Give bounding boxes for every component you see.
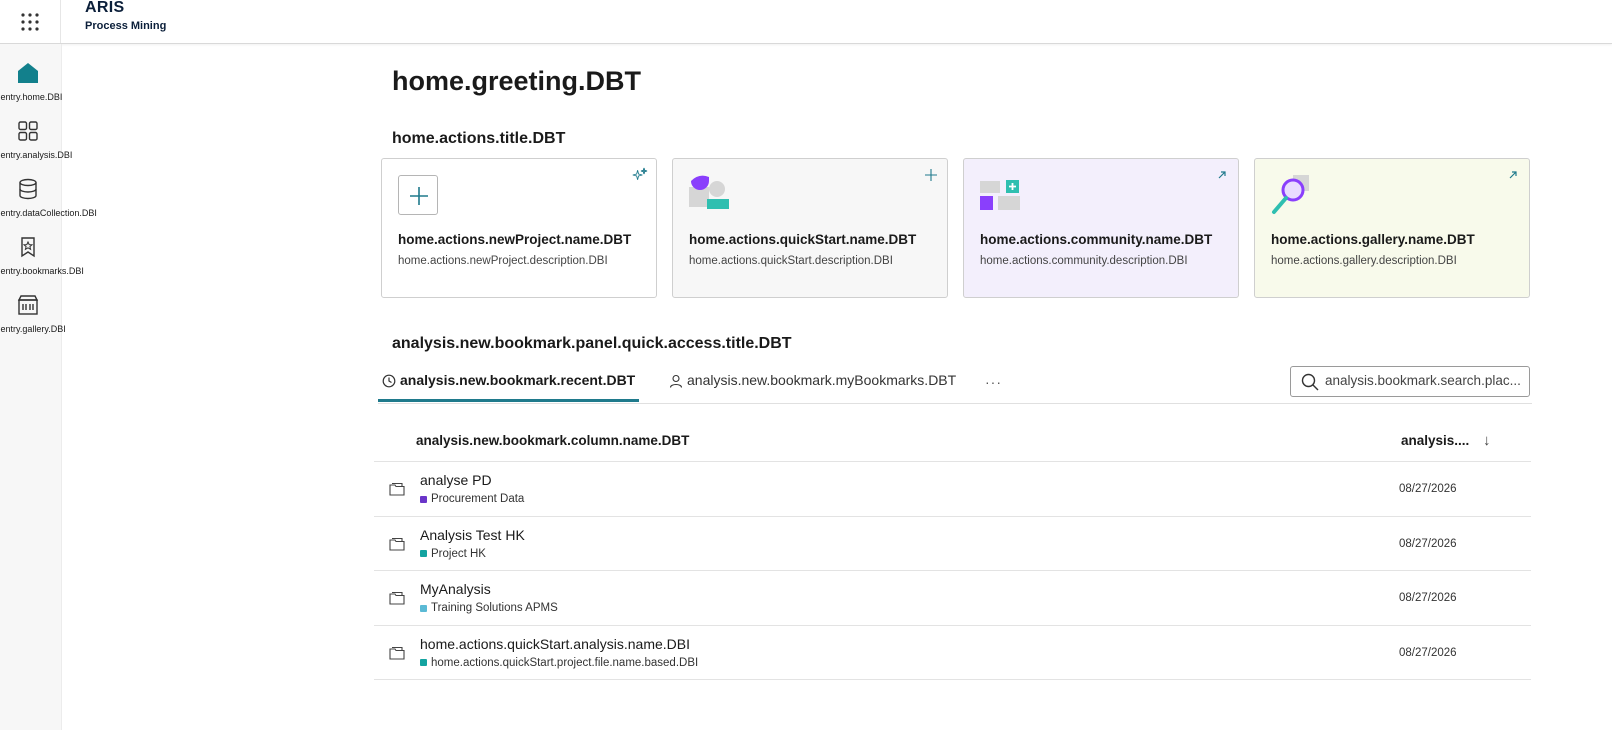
plus-icon: [410, 187, 428, 205]
magnifier-illustration: [1272, 175, 1309, 214]
row-name: Analysis Test HK: [420, 526, 525, 543]
top-bar: ARIS Process Mining: [0, 0, 1612, 44]
tab-label: analysis.new.bookmark.recent.DBT: [400, 372, 636, 388]
row-project-name: Project HK: [431, 547, 486, 560]
bookmark-star-icon: [21, 237, 35, 258]
table-row[interactable]: home.actions.quickStart.analysis.name.DB…: [374, 626, 1531, 680]
card-description: home.actions.newProject.description.DBI: [398, 255, 608, 267]
tab-recent[interactable]: analysis.new.bookmark.recent.DBT: [378, 372, 640, 402]
project-color-dot: [420, 495, 427, 503]
row-project-name: home.actions.quickStart.project.file.nam…: [431, 656, 699, 669]
search-input[interactable]: [1325, 373, 1521, 388]
brand-logo[interactable]: ARIS Process Mining: [85, 0, 166, 32]
sidebar-item-label: navigation.entry.gallery.DBI: [0, 324, 66, 334]
card-description: home.actions.quickStart.description.DBI: [689, 255, 893, 267]
bookmarks-section-title: analysis.new.bookmark.panel.quick.access…: [392, 335, 792, 352]
new-project-plus-box: [398, 175, 438, 215]
sidebar-item-gallery[interactable]: navigation.entry.gallery.DBI: [0, 288, 66, 344]
analysis-folder-icon: [389, 591, 405, 605]
gallery-card[interactable]: home.actions.gallery.name.DBT home.actio…: [1254, 158, 1530, 298]
row-project-name: Training Solutions APMS: [431, 602, 558, 614]
grid-icon: [18, 121, 38, 141]
row-date: 08/27/2026: [1399, 646, 1457, 659]
card-title: home.actions.gallery.name.DBT: [1271, 232, 1475, 247]
column-header-name[interactable]: analysis.new.bookmark.column.name.DBT: [416, 433, 689, 448]
card-title: home.actions.community.name.DBT: [980, 232, 1213, 247]
brand-name: ARIS: [85, 0, 125, 16]
plus-icon: [925, 169, 937, 181]
table-row[interactable]: MyAnalysis Training Solutions APMS 08/27…: [374, 571, 1531, 626]
more-tabs-button[interactable]: ···: [985, 374, 1002, 390]
analysis-folder-icon: [389, 646, 405, 660]
table-row[interactable]: analyse PD Procurement Data 08/27/2026: [374, 462, 1531, 517]
external-arrow-icon: [1509, 171, 1517, 179]
community-card[interactable]: home.actions.community.name.DBT home.act…: [963, 158, 1239, 298]
sidebar: navigation.entry.home.DBI navigation.ent…: [0, 44, 97, 730]
row-name: MyAnalysis: [420, 581, 491, 597]
app-menu-button[interactable]: [0, 0, 61, 43]
sort-descending-icon[interactable]: ↓: [1483, 432, 1491, 449]
row-project: home.actions.quickStart.project.file.nam…: [420, 657, 698, 669]
brand-subtitle: Process Mining: [85, 20, 167, 32]
project-color-dot: [420, 550, 427, 557]
sidebar-item-home[interactable]: navigation.entry.home.DBI: [0, 56, 62, 112]
table-header: analysis.new.bookmark.column.name.DBT an…: [374, 420, 1531, 462]
card-title: home.actions.quickStart.name.DBT: [689, 232, 917, 247]
bookmark-table: analysis.new.bookmark.column.name.DBT an…: [374, 420, 1531, 680]
sidebar-item-analysis[interactable]: navigation.entry.analysis.DBI: [0, 114, 72, 170]
search-icon: [1301, 373, 1319, 391]
main-content: home.greeting.DBT home.actions.title.DBT…: [62, 44, 1612, 730]
card-description: home.actions.community.description.DBI: [980, 255, 1188, 267]
new-project-card[interactable]: home.actions.newProject.name.DBT home.ac…: [381, 158, 657, 298]
grid-dots-icon: [21, 12, 39, 31]
tab-label: analysis.new.bookmark.myBookmarks.DBT: [687, 372, 957, 388]
bookmark-search[interactable]: [1290, 366, 1530, 397]
page-title: home.greeting.DBT: [392, 66, 642, 96]
row-date: 08/27/2026: [1399, 592, 1457, 604]
card-title: home.actions.newProject.name.DBT: [398, 232, 632, 247]
sidebar-item-label: navigation.entry.home.DBI: [0, 92, 63, 102]
clock-icon: [382, 374, 396, 388]
tab-my-bookmarks[interactable]: analysis.new.bookmark.myBookmarks.DBT: [669, 372, 956, 402]
row-project: Project HK: [420, 548, 486, 560]
sidebar-item-bookmarks[interactable]: navigation.entry.bookmarks.DBI: [0, 230, 84, 286]
row-date: 08/27/2026: [1399, 483, 1457, 495]
sparkle-icon: [632, 167, 648, 180]
row-name: home.actions.quickStart.analysis.name.DB…: [420, 635, 691, 652]
row-project-name: Procurement Data: [431, 493, 525, 505]
analysis-folder-icon: [389, 482, 405, 496]
community-illustration: [980, 180, 1020, 210]
project-color-dot: [420, 604, 427, 612]
row-project: Procurement Data: [420, 493, 524, 505]
quick-start-illustration: [689, 175, 729, 209]
row-project: Training Solutions APMS: [420, 602, 558, 614]
row-name: analyse PD: [420, 472, 492, 488]
quick-start-card[interactable]: home.actions.quickStart.name.DBT home.ac…: [672, 158, 948, 298]
external-arrow-icon: [1218, 171, 1226, 179]
project-color-dot: [420, 659, 427, 666]
card-description: home.actions.gallery.description.DBI: [1271, 255, 1457, 267]
user-icon: [669, 374, 683, 388]
home-icon: [18, 63, 38, 83]
sidebar-item-data-collection[interactable]: navigation.entry.dataCollection.DBI: [0, 172, 97, 228]
gallery-icon: [17, 295, 39, 315]
actions-section-title: home.actions.title.DBT: [392, 130, 566, 147]
column-header-date[interactable]: analysis....: [1401, 433, 1476, 448]
analysis-folder-icon: [389, 537, 405, 551]
row-date: 08/27/2026: [1399, 537, 1457, 550]
table-row[interactable]: Analysis Test HK Project HK 08/27/2026: [374, 517, 1531, 571]
database-icon: [19, 178, 37, 200]
